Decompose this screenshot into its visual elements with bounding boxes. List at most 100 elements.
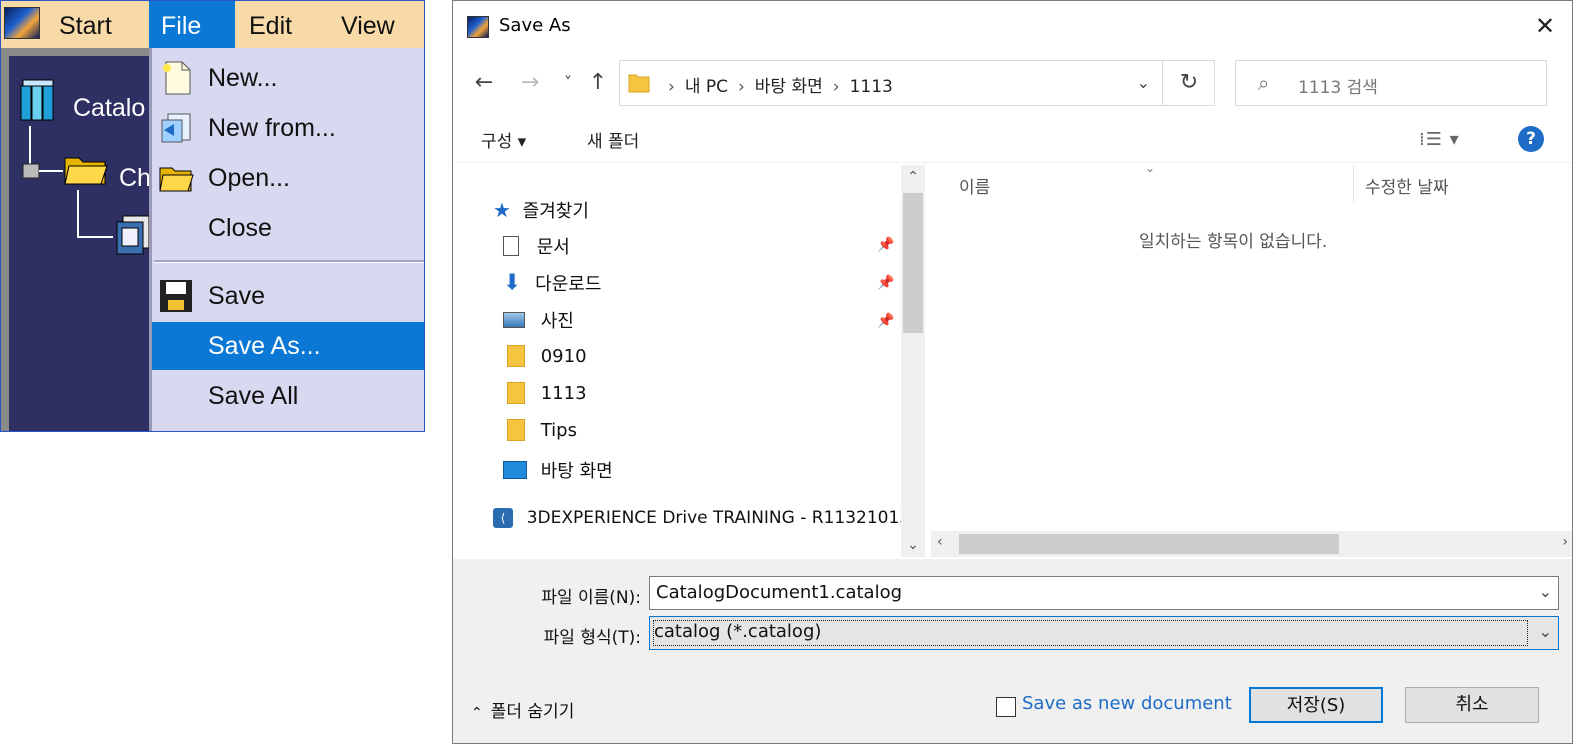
breadcrumb-desktop[interactable]: 바탕 화면 [755, 77, 823, 97]
menu-item-label: Save As... [208, 332, 321, 360]
filetype-label: 파일 형식(T): [543, 628, 641, 648]
scrollbar-thumb[interactable] [959, 534, 1339, 554]
scroll-right-icon[interactable]: › [1562, 534, 1568, 550]
search-box[interactable]: ⌕ 1113 검색 [1235, 60, 1547, 106]
nav-item-label: 즐겨찾기 [522, 201, 589, 222]
menu-item-new[interactable]: New... [152, 54, 424, 102]
filetype-select[interactable]: catalog (*.catalog) ⌄ [649, 616, 1559, 650]
desktop-icon [503, 461, 527, 479]
pin-icon[interactable]: 📌 [877, 313, 894, 329]
breadcrumb-separator: › [737, 77, 745, 97]
menu-item-save-all[interactable]: Save All [152, 372, 424, 420]
tree-node-catalog[interactable]: Catalo [73, 94, 145, 123]
menu-item-label: New from... [208, 114, 336, 142]
search-icon: ⌕ [1258, 71, 1270, 95]
new-folder-button[interactable]: 새 폴더 [587, 127, 639, 152]
cancel-button[interactable]: 취소 [1405, 687, 1539, 723]
floppy-disk-icon [160, 280, 192, 312]
dialog-title-bar: Save As ✕ [453, 1, 1572, 53]
dialog-title: Save As [499, 15, 571, 36]
nav-item-downloads[interactable]: ⬇ 다운로드 [503, 270, 601, 296]
breadcrumb-separator: › [832, 77, 840, 97]
sort-chevron-icon: ⌄ [1145, 161, 1156, 175]
breadcrumb-my-pc[interactable]: 내 PC [685, 77, 728, 97]
nav-item-folder-tips[interactable]: Tips [507, 419, 577, 441]
document-icon [503, 236, 519, 256]
dialog-footer: 파일 이름(N): CatalogDocument1.catalog ⌄ 파일 … [453, 559, 1572, 743]
nav-pane-scrollbar[interactable]: ⌃ ⌄ [901, 165, 925, 557]
folder-icon [507, 419, 525, 441]
menu-item-save-as[interactable]: Save As... [152, 322, 424, 370]
nav-item-3dexperience-drive[interactable]: ⟨ 3DEXPERIENCE Drive TRAINING - R1132101… [493, 507, 901, 528]
back-arrow-icon[interactable]: ← [469, 68, 499, 98]
chevron-down-icon[interactable]: ⌄ [1539, 582, 1552, 601]
column-separator[interactable] [1353, 165, 1354, 203]
menu-view[interactable]: View [341, 1, 395, 48]
navigation-row: ← → ˅ ↑ › 내 PC › 바탕 화면 › 1113 ⌄ ↻ ⌕ 1113 검색 [453, 58, 1572, 108]
breadcrumb-1113[interactable]: 1113 [850, 77, 893, 97]
quick-access-item[interactable]: ★ 즐겨찾기 [493, 197, 589, 223]
organize-button[interactable]: 구성 ▾ [481, 127, 526, 152]
tree-connector [77, 236, 113, 238]
empty-message: 일치하는 항목이 없습니다. [1139, 232, 1328, 252]
address-dropdown-icon[interactable]: ⌄ [1137, 73, 1150, 92]
app-icon [467, 16, 489, 38]
pictures-icon [503, 312, 525, 328]
menu-item-label: Close [208, 214, 272, 242]
tree-node-chapter[interactable]: Ch [119, 164, 151, 193]
command-bar: 구성 ▾ 새 폴더 ⁞☰ ▾ ? [453, 115, 1572, 163]
nav-item-documents[interactable]: 문서 [503, 233, 570, 259]
nav-item-folder-1113[interactable]: 1113 [507, 382, 587, 404]
menu-separator [154, 260, 424, 263]
catia-window-snippet: Start File Edit View Catalo Ch New... Ne… [0, 0, 425, 432]
folder-icon [507, 345, 525, 367]
pin-icon[interactable]: 📌 [877, 275, 894, 291]
forward-arrow-icon[interactable]: → [515, 68, 545, 98]
address-bar[interactable]: › 내 PC › 바탕 화면 › 1113 ⌄ [619, 60, 1215, 106]
chevron-down-icon[interactable]: ⌄ [1539, 622, 1552, 641]
refresh-icon[interactable]: ↻ [1162, 60, 1215, 106]
menu-start[interactable]: Start [59, 1, 112, 48]
scroll-down-icon[interactable]: ⌄ [901, 537, 925, 553]
hide-folders-toggle[interactable]: ⌃ 폴더 숨기기 [471, 697, 574, 722]
nav-item-label: 문서 [536, 237, 570, 258]
column-header-name[interactable]: 이름 [959, 173, 990, 198]
scroll-up-icon[interactable]: ⌃ [901, 169, 925, 185]
close-icon[interactable]: ✕ [1528, 9, 1562, 43]
view-options-icon[interactable]: ⁞☰ ▾ [1419, 129, 1460, 150]
column-header-modified[interactable]: 수정한 날짜 [1365, 173, 1449, 198]
download-arrow-icon: ⬇ [503, 270, 522, 296]
menu-file[interactable]: File [149, 1, 235, 48]
search-input[interactable]: 1113 검색 [1298, 73, 1378, 98]
help-icon[interactable]: ? [1518, 126, 1544, 152]
nav-item-label: 0910 [540, 345, 587, 367]
filename-label: 파일 이름(N): [541, 588, 641, 608]
hide-folders-label: 폴더 숨기기 [490, 702, 575, 722]
scrollbar-thumb[interactable] [903, 193, 923, 333]
scroll-left-icon[interactable]: ‹ [937, 534, 943, 550]
recent-locations-icon[interactable]: ˅ [553, 68, 583, 98]
nav-item-label: 바탕 화면 [540, 461, 613, 482]
pin-icon[interactable]: 📌 [877, 237, 894, 253]
menu-item-save[interactable]: Save [152, 272, 424, 320]
menu-item-open[interactable]: Open... [152, 154, 424, 202]
share-drive-icon: ⟨ [493, 508, 513, 528]
nav-item-pictures[interactable]: 사진 [503, 307, 574, 333]
new-document-icon [163, 61, 191, 95]
nav-item-folder-0910[interactable]: 0910 [507, 345, 587, 367]
file-list-scrollbar[interactable]: ‹ › [931, 531, 1572, 557]
up-arrow-icon[interactable]: ↑ [583, 68, 613, 98]
nav-item-desktop[interactable]: 바탕 화면 [503, 457, 613, 483]
save-as-new-label[interactable]: Save as new document [1022, 693, 1232, 714]
save-button[interactable]: 저장(S) [1249, 687, 1383, 723]
menu-edit[interactable]: Edit [249, 1, 292, 48]
save-as-dialog: Save As ✕ ← → ˅ ↑ › 내 PC › 바탕 화면 › 1113 ⌄ ↻ ⌕… [452, 0, 1573, 744]
breadcrumb: › 내 PC › 바탕 화면 › 1113 [658, 72, 893, 97]
save-as-new-checkbox[interactable] [996, 697, 1016, 717]
document-icon [116, 215, 150, 255]
menu-item-close[interactable]: Close [152, 204, 424, 252]
menu-item-new-from[interactable]: New from... [152, 104, 424, 152]
open-folder-icon [159, 167, 194, 192]
new-from-icon [161, 113, 191, 143]
filename-field[interactable]: CatalogDocument1.catalog ⌄ [649, 576, 1559, 610]
